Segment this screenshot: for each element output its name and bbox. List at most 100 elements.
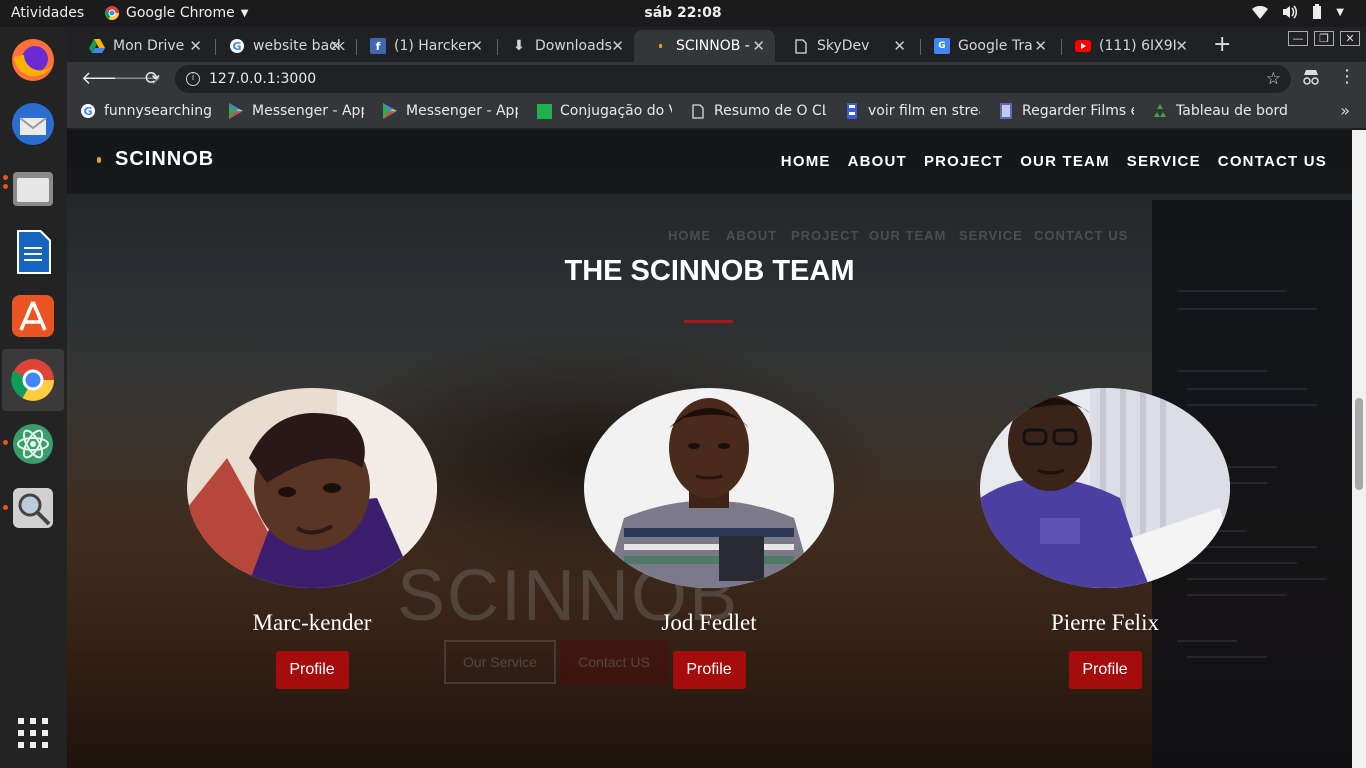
- play-icon: [228, 103, 244, 119]
- bookmark-item[interactable]: Tableau de bord: [1152, 103, 1292, 119]
- team-member-card: Jod Fedlet Profile: [584, 388, 834, 689]
- svg-text:G: G: [232, 40, 241, 53]
- bookmarks-bar: G funnysearching Messenger - App Messeng…: [67, 96, 1366, 129]
- bookmark-item[interactable]: Conjugação do V: [536, 103, 672, 119]
- google-icon: G: [80, 103, 96, 119]
- download-icon: ⬇: [513, 38, 525, 54]
- close-tab-icon[interactable]: ✕: [470, 37, 483, 55]
- bookmark-label: voir film en strea: [868, 103, 980, 119]
- tab-google-translate[interactable]: G Google Tra ✕: [916, 30, 1057, 62]
- site-logo[interactable]: SCINNOB: [115, 148, 214, 171]
- close-tab-icon[interactable]: ✕: [329, 37, 342, 55]
- member-name: Pierre Felix: [1051, 610, 1159, 635]
- title-divider: [684, 320, 733, 323]
- tab-scinnob[interactable]: SCINNOB - ✕: [634, 30, 775, 62]
- svg-text:G: G: [83, 105, 92, 118]
- minimize-button[interactable]: —: [1288, 31, 1308, 46]
- software-icon: [12, 295, 54, 337]
- nav-home[interactable]: HOME: [781, 153, 831, 170]
- tab-skydev[interactable]: SkyDev ✕: [775, 30, 916, 62]
- maximize-button[interactable]: ❐: [1314, 31, 1334, 46]
- url-text: 127.0.0.1:3000: [209, 71, 317, 87]
- page-viewport: HOME ABOUT PROJECT OUR TEAM SERVICE CONT…: [67, 130, 1352, 768]
- nav-service[interactable]: SERVICE: [1127, 153, 1201, 170]
- volume-icon: [1283, 5, 1298, 19]
- close-tab-icon[interactable]: ✕: [752, 37, 765, 55]
- translate-icon: G: [934, 38, 950, 54]
- profile-button[interactable]: Profile: [1068, 651, 1142, 689]
- nav-project[interactable]: PROJECT: [924, 153, 1003, 170]
- bookmark-item[interactable]: G funnysearching: [80, 103, 220, 119]
- green-square-icon: [536, 103, 552, 119]
- film-icon: [844, 103, 860, 119]
- app-grid-icon: [18, 718, 48, 748]
- writer-icon: [17, 230, 51, 274]
- bookmark-star-icon[interactable]: ☆: [1266, 65, 1281, 93]
- tab-website-background[interactable]: G website back ✕: [211, 30, 352, 62]
- profile-button[interactable]: Profile: [275, 651, 349, 689]
- google-icon: G: [229, 38, 245, 54]
- screenshot-launcher[interactable]: [2, 477, 64, 539]
- tab-youtube[interactable]: (111) 6IX9I ✕: [1057, 30, 1198, 62]
- atom-icon: [13, 424, 53, 464]
- close-window-button[interactable]: ✕: [1340, 31, 1360, 46]
- page-scrollbar[interactable]: [1352, 130, 1366, 768]
- writer-launcher[interactable]: [2, 221, 64, 283]
- atom-launcher[interactable]: [2, 413, 64, 475]
- close-tab-icon[interactable]: ✕: [893, 37, 906, 55]
- window-controls: — ❐ ✕: [1288, 31, 1360, 46]
- wifi-icon: [1252, 5, 1269, 19]
- new-tab-button[interactable]: +: [1213, 32, 1231, 57]
- close-tab-icon[interactable]: ✕: [189, 37, 202, 55]
- facebook-icon: f: [370, 38, 386, 54]
- more-bookmarks-icon[interactable]: »: [1340, 101, 1350, 120]
- recycle-icon: [1152, 103, 1168, 119]
- bookmark-label: Conjugação do V: [560, 103, 672, 119]
- bookmark-label: Tableau de bord: [1176, 103, 1288, 119]
- app-grid-button[interactable]: [2, 702, 64, 764]
- site-icon: [652, 38, 668, 54]
- tab-mon-drive[interactable]: Mon Drive ✕: [71, 30, 212, 62]
- bookmark-item[interactable]: Regarder Films e: [998, 103, 1134, 119]
- caret-down-icon: ▼: [1336, 6, 1344, 18]
- chrome-launcher[interactable]: [2, 349, 64, 411]
- bookmark-label: Messenger - App: [252, 103, 364, 119]
- files-icon: [13, 172, 53, 206]
- firefox-launcher[interactable]: [2, 29, 64, 91]
- close-tab-icon[interactable]: ✕: [1034, 37, 1047, 55]
- tab-strip: Mon Drive ✕ G website back ✕ f (1) Harck…: [67, 27, 1366, 62]
- nav-contact-us[interactable]: CONTACT US: [1218, 153, 1327, 170]
- close-tab-icon[interactable]: ✕: [611, 37, 624, 55]
- close-tab-icon[interactable]: ✕: [1175, 37, 1188, 55]
- bookmark-label: Regarder Films e: [1022, 103, 1134, 119]
- bookmark-label: Resumo de O CL: [714, 103, 826, 119]
- bookmark-label: Messenger - App: [406, 103, 518, 119]
- address-bar[interactable]: i 127.0.0.1:3000 ☆: [175, 65, 1291, 93]
- member-name: Jod Fedlet: [661, 610, 757, 635]
- files-launcher[interactable]: [2, 157, 64, 219]
- tab-downloads[interactable]: ⬇ Downloads ✕: [493, 30, 634, 62]
- bookmark-label: funnysearching: [104, 103, 212, 119]
- reload-button[interactable]: ⟳: [145, 68, 160, 89]
- nav-about[interactable]: ABOUT: [848, 153, 907, 170]
- nav-our-team[interactable]: OUR TEAM: [1020, 153, 1110, 170]
- battery-icon: [1313, 4, 1322, 19]
- site-navbar: SCINNOB HOME ABOUT PROJECT OUR TEAM SERV…: [67, 130, 1352, 194]
- bookmark-item[interactable]: voir film en strea: [844, 103, 980, 119]
- bookmark-item[interactable]: Messenger - App: [228, 103, 364, 119]
- page-icon: [793, 38, 809, 54]
- system-tray[interactable]: ▼: [1252, 4, 1344, 20]
- menu-icon[interactable]: ⋮: [1338, 66, 1356, 87]
- bookmark-item[interactable]: Messenger - App: [382, 103, 518, 119]
- clock[interactable]: sáb 22:08: [0, 5, 1366, 21]
- profile-button[interactable]: Profile: [672, 651, 746, 689]
- info-icon[interactable]: i: [186, 72, 200, 86]
- tab-facebook[interactable]: f (1) Harcker ✕: [352, 30, 493, 62]
- member-name: Marc-kender: [252, 610, 372, 635]
- software-launcher[interactable]: [2, 285, 64, 347]
- logo-mark-icon: [97, 157, 101, 163]
- scrollbar-thumb[interactable]: [1355, 398, 1363, 490]
- thunderbird-launcher[interactable]: [2, 93, 64, 155]
- incognito-extension-icon[interactable]: [1302, 69, 1320, 89]
- bookmark-item[interactable]: Resumo de O CL: [690, 103, 826, 119]
